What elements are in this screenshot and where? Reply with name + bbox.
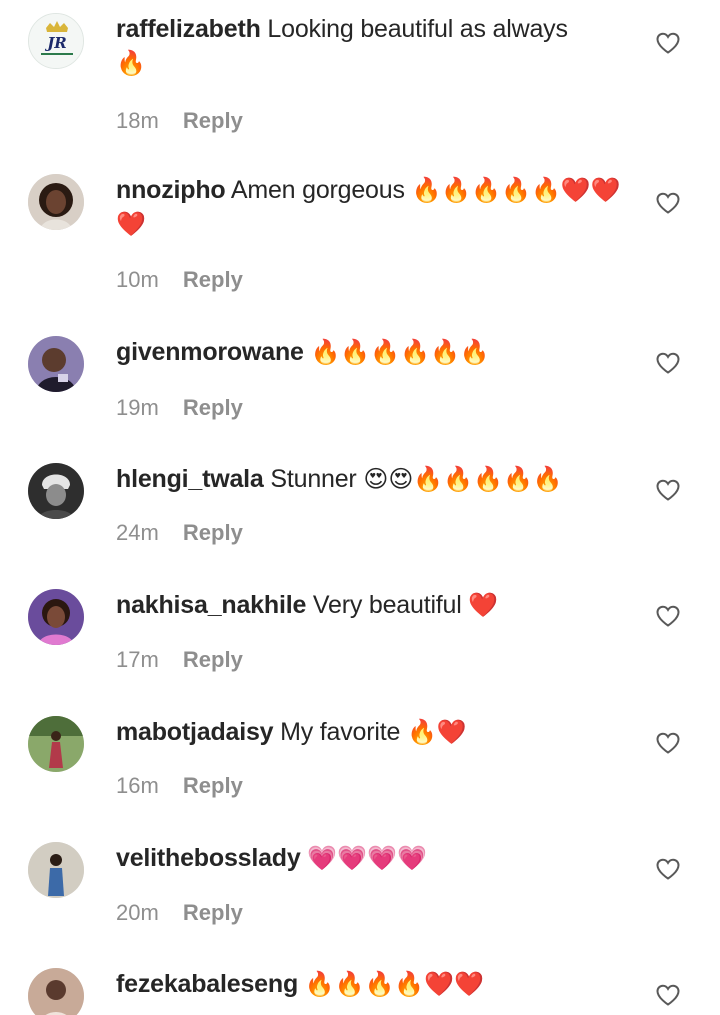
comment-body: mabotjadaisy My favorite 🔥❤️ xyxy=(116,715,636,749)
like-button[interactable] xyxy=(655,604,681,628)
like-button[interactable] xyxy=(655,857,681,881)
heart-outline-icon xyxy=(656,352,680,374)
svg-text:JR: JR xyxy=(44,34,67,52)
avatar-photo xyxy=(28,968,84,1015)
avatar[interactable]: JR xyxy=(28,13,84,69)
comment-username[interactable]: fezekabaleseng xyxy=(116,970,298,998)
avatar[interactable] xyxy=(28,589,84,645)
comment-timestamp: 16m xyxy=(116,773,159,798)
avatar[interactable] xyxy=(28,716,84,772)
comment-username[interactable]: mabotjadaisy xyxy=(116,718,274,746)
comment-username[interactable]: givenmorowane xyxy=(116,338,304,366)
comment-text: Amen gorgeous xyxy=(230,176,405,204)
heart-outline-icon xyxy=(656,858,680,880)
avatar[interactable] xyxy=(28,174,84,230)
comment-username[interactable]: nnozipho xyxy=(116,176,226,204)
comment-meta: 17m Reply xyxy=(116,645,243,675)
reply-button[interactable]: Reply xyxy=(183,520,243,545)
avatar-photo xyxy=(28,589,84,645)
avatar-photo xyxy=(28,716,84,772)
reply-button[interactable]: Reply xyxy=(183,395,243,420)
comment-timestamp: 17m xyxy=(116,647,159,672)
comment-text: Very beautiful xyxy=(312,591,462,619)
comment-meta: 10m Reply xyxy=(116,265,243,295)
comment-item: fezekabaleseng 🔥🔥🔥🔥❤️❤️ xyxy=(0,955,720,1015)
comment-body: raffelizabeth Looking beautiful as alway… xyxy=(116,12,636,80)
like-button[interactable] xyxy=(655,351,681,375)
reply-button[interactable]: Reply xyxy=(183,900,243,925)
comment-username[interactable]: velithebosslady xyxy=(116,844,301,872)
like-button[interactable] xyxy=(655,191,681,215)
comment-username[interactable]: raffelizabeth xyxy=(116,15,261,43)
reply-button[interactable]: Reply xyxy=(183,773,243,798)
avatar-logo-icon: JR xyxy=(29,14,83,68)
comment-body: nakhisa_nakhile Very beautiful ❤️ xyxy=(116,588,636,622)
heart-outline-icon xyxy=(656,479,680,501)
comment-timestamp: 24m xyxy=(116,520,159,545)
comment-emoji: 😍😍🔥🔥🔥🔥🔥 xyxy=(363,465,563,493)
comment-item: mabotjadaisy My favorite 🔥❤️ 16m Reply xyxy=(0,703,720,829)
heart-outline-icon xyxy=(656,192,680,214)
comment-timestamp: 20m xyxy=(116,900,159,925)
heart-outline-icon xyxy=(656,605,680,627)
comment-emoji: 🔥 xyxy=(116,49,146,77)
heart-outline-icon xyxy=(656,984,680,1006)
like-button[interactable] xyxy=(655,478,681,502)
comment-emoji: 🔥🔥🔥🔥❤️❤️ xyxy=(304,970,485,998)
comment-item: nakhisa_nakhile Very beautiful ❤️ 17m Re… xyxy=(0,576,720,702)
comment-meta: 16m Reply xyxy=(116,771,243,801)
avatar-photo xyxy=(28,174,84,230)
avatar[interactable] xyxy=(28,842,84,898)
comment-timestamp: 10m xyxy=(116,267,159,292)
like-button[interactable] xyxy=(655,983,681,1007)
comment-emoji: ❤️ xyxy=(468,591,499,619)
comment-emoji: 🔥❤️ xyxy=(406,718,467,746)
comment-text: My favorite xyxy=(280,718,401,746)
comment-item: givenmorowane 🔥🔥🔥🔥🔥🔥 19m Reply xyxy=(0,323,720,449)
avatar[interactable] xyxy=(28,968,84,1015)
comment-timestamp: 19m xyxy=(116,395,159,420)
comment-item: velithebosslady 💗💗💗💗 20m Reply xyxy=(0,829,720,955)
heart-outline-icon xyxy=(656,732,680,754)
comment-username[interactable]: hlengi_twala xyxy=(116,465,264,493)
comment-body: velithebosslady 💗💗💗💗 xyxy=(116,841,636,875)
avatar-photo xyxy=(28,463,84,519)
comment-meta: 24m Reply xyxy=(116,518,243,548)
reply-button[interactable]: Reply xyxy=(183,108,243,133)
comment-body: givenmorowane 🔥🔥🔥🔥🔥🔥 xyxy=(116,335,636,369)
comment-meta: 18m Reply xyxy=(116,106,243,136)
comment-emoji: 🔥🔥🔥🔥🔥🔥 xyxy=(310,338,490,366)
comment-timestamp: 18m xyxy=(116,108,159,133)
avatar-photo xyxy=(28,842,84,898)
comments-list: JR raffelizabeth Looking beautiful as al… xyxy=(0,0,720,1015)
comment-body: fezekabaleseng 🔥🔥🔥🔥❤️❤️ xyxy=(116,967,636,1001)
comment-body: nnozipho Amen gorgeous 🔥🔥🔥🔥🔥❤️❤️❤️ xyxy=(116,173,636,241)
comment-item: hlengi_twala Stunner 😍😍🔥🔥🔥🔥🔥 24m Reply xyxy=(0,450,720,576)
comment-username[interactable]: nakhisa_nakhile xyxy=(116,591,306,619)
like-button[interactable] xyxy=(655,731,681,755)
comment-item: JR raffelizabeth Looking beautiful as al… xyxy=(0,0,720,133)
comment-text: Stunner xyxy=(270,465,357,493)
comment-item: nnozipho Amen gorgeous 🔥🔥🔥🔥🔥❤️❤️❤️ 10m R… xyxy=(0,161,720,292)
comment-emoji: 💗💗💗💗 xyxy=(307,844,427,872)
comment-meta: 19m Reply xyxy=(116,393,243,423)
comment-text: Looking beautiful as always xyxy=(267,15,568,43)
heart-outline-icon xyxy=(656,32,680,54)
avatar-photo xyxy=(28,336,84,392)
like-button[interactable] xyxy=(655,31,681,55)
reply-button[interactable]: Reply xyxy=(183,267,243,292)
reply-button[interactable]: Reply xyxy=(183,647,243,672)
avatar[interactable] xyxy=(28,336,84,392)
comment-body: hlengi_twala Stunner 😍😍🔥🔥🔥🔥🔥 xyxy=(116,462,636,496)
comment-meta: 20m Reply xyxy=(116,898,243,928)
avatar[interactable] xyxy=(28,463,84,519)
